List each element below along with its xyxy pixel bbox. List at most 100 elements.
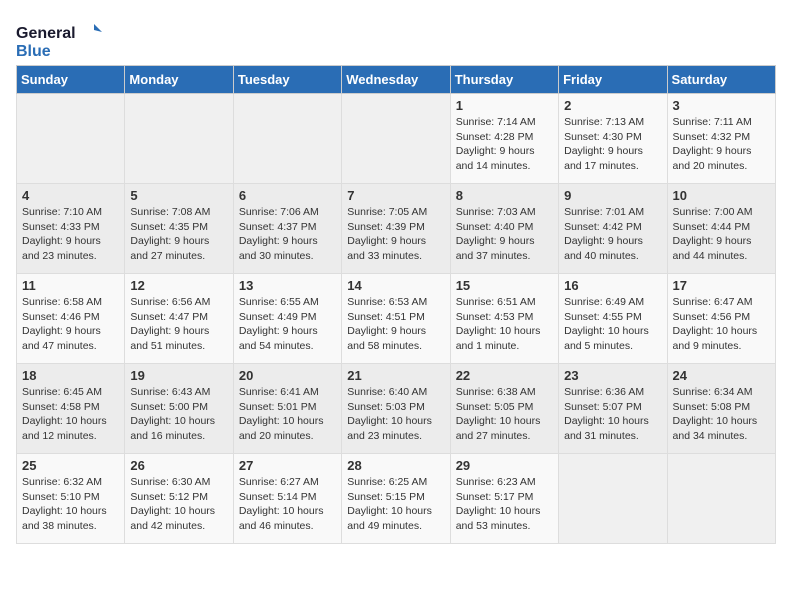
day-number: 6 xyxy=(239,188,336,203)
day-info: Sunrise: 7:10 AM Sunset: 4:33 PM Dayligh… xyxy=(22,205,119,264)
calendar-cell: 17Sunrise: 6:47 AM Sunset: 4:56 PM Dayli… xyxy=(667,274,775,364)
svg-text:Blue: Blue xyxy=(16,43,51,60)
day-info: Sunrise: 6:49 AM Sunset: 4:55 PM Dayligh… xyxy=(564,295,661,354)
day-number: 20 xyxy=(239,368,336,383)
day-info: Sunrise: 6:38 AM Sunset: 5:05 PM Dayligh… xyxy=(456,385,553,444)
calendar-cell: 21Sunrise: 6:40 AM Sunset: 5:03 PM Dayli… xyxy=(342,364,450,454)
day-info: Sunrise: 6:43 AM Sunset: 5:00 PM Dayligh… xyxy=(130,385,227,444)
calendar-cell: 25 Sunrise: 6:32 AM Sunset: 5:10 PM Dayli… xyxy=(17,454,125,544)
day-number: 24 xyxy=(673,368,770,383)
calendar-cell: 9 Sunrise: 7:01 AM Sunset: 4:42 PM Daylig… xyxy=(559,184,667,274)
calendar-cell: 5 Sunrise: 7:08 AM Sunset: 4:35 PM Daylig… xyxy=(125,184,233,274)
weekday-header-sunday: Sunday xyxy=(17,66,125,94)
calendar-cell: 3 Sunrise: 7:11 AM Sunset: 4:32 PM Daylig… xyxy=(667,94,775,184)
weekday-header-monday: Monday xyxy=(125,66,233,94)
day-number: 4 xyxy=(22,188,119,203)
day-info: Sunrise: 7:08 AM Sunset: 4:35 PM Dayligh… xyxy=(130,205,227,264)
day-number: 16 xyxy=(564,278,661,293)
calendar-cell: 6 Sunrise: 7:06 AM Sunset: 4:37 PM Daylig… xyxy=(233,184,341,274)
day-info: Sunrise: 6:41 AM Sunset: 5:01 PM Dayligh… xyxy=(239,385,336,444)
day-number: 3 xyxy=(673,98,770,113)
calendar-cell: 22 Sunrise: 6:38 AM Sunset: 5:05 PM Dayli… xyxy=(450,364,558,454)
day-info: Sunrise: 6:32 AM Sunset: 5:10 PM Dayligh… xyxy=(22,475,119,534)
day-number: 22 xyxy=(456,368,553,383)
calendar-week-row: 18 Sunrise: 6:45 AM Sunset: 4:58 PM Dayli… xyxy=(17,364,776,454)
day-info: Sunrise: 7:11 AM Sunset: 4:32 PM Dayligh… xyxy=(673,115,770,174)
calendar-cell: 7 Sunrise: 7:05 AM Sunset: 4:39 PM Daylig… xyxy=(342,184,450,274)
day-number: 7 xyxy=(347,188,444,203)
calendar-cell: 8 Sunrise: 7:03 AM Sunset: 4:40 PM Daylig… xyxy=(450,184,558,274)
day-info: Sunrise: 7:05 AM Sunset: 4:39 PM Dayligh… xyxy=(347,205,444,264)
calendar-table: SundayMondayTuesdayWednesdayThursdayFrid… xyxy=(16,65,776,544)
day-info: Sunrise: 7:00 AM Sunset: 4:44 PM Dayligh… xyxy=(673,205,770,264)
calendar-cell xyxy=(233,94,341,184)
day-info: Sunrise: 6:51 AM Sunset: 4:53 PM Dayligh… xyxy=(456,295,553,354)
calendar-cell xyxy=(125,94,233,184)
day-info: Sunrise: 6:30 AM Sunset: 5:12 PM Dayligh… xyxy=(130,475,227,534)
day-number: 18 xyxy=(22,368,119,383)
calendar-cell: 2Sunrise: 7:13 AM Sunset: 4:30 PM Daylig… xyxy=(559,94,667,184)
day-number: 8 xyxy=(456,188,553,203)
calendar-cell: 19 Sunrise: 6:43 AM Sunset: 5:00 PM Dayli… xyxy=(125,364,233,454)
calendar-cell: 28 Sunrise: 6:25 AM Sunset: 5:15 PM Dayli… xyxy=(342,454,450,544)
calendar-cell: 11 Sunrise: 6:58 AM Sunset: 4:46 PM Dayli… xyxy=(17,274,125,364)
day-number: 21 xyxy=(347,368,444,383)
day-info: Sunrise: 6:56 AM Sunset: 4:47 PM Dayligh… xyxy=(130,295,227,354)
day-number: 9 xyxy=(564,188,661,203)
day-number: 13 xyxy=(239,278,336,293)
day-info: Sunrise: 6:25 AM Sunset: 5:15 PM Dayligh… xyxy=(347,475,444,534)
calendar-week-row: 11 Sunrise: 6:58 AM Sunset: 4:46 PM Dayli… xyxy=(17,274,776,364)
day-info: Sunrise: 6:55 AM Sunset: 4:49 PM Dayligh… xyxy=(239,295,336,354)
day-number: 14 xyxy=(347,278,444,293)
calendar-cell: 18 Sunrise: 6:45 AM Sunset: 4:58 PM Dayli… xyxy=(17,364,125,454)
day-info: Sunrise: 6:36 AM Sunset: 5:07 PM Dayligh… xyxy=(564,385,661,444)
day-info: Sunrise: 6:58 AM Sunset: 4:46 PM Dayligh… xyxy=(22,295,119,354)
calendar-cell: 27Sunrise: 6:27 AM Sunset: 5:14 PM Dayli… xyxy=(233,454,341,544)
day-number: 28 xyxy=(347,458,444,473)
weekday-header-row: SundayMondayTuesdayWednesdayThursdayFrid… xyxy=(17,66,776,94)
day-info: Sunrise: 6:27 AM Sunset: 5:14 PM Dayligh… xyxy=(239,475,336,534)
calendar-week-row: 25 Sunrise: 6:32 AM Sunset: 5:10 PM Dayli… xyxy=(17,454,776,544)
day-info: Sunrise: 6:23 AM Sunset: 5:17 PM Dayligh… xyxy=(456,475,553,534)
weekday-header-tuesday: Tuesday xyxy=(233,66,341,94)
day-info: Sunrise: 6:45 AM Sunset: 4:58 PM Dayligh… xyxy=(22,385,119,444)
day-number: 26 xyxy=(130,458,227,473)
day-number: 25 xyxy=(22,458,119,473)
calendar-cell xyxy=(667,454,775,544)
day-info: Sunrise: 7:03 AM Sunset: 4:40 PM Dayligh… xyxy=(456,205,553,264)
day-info: Sunrise: 7:13 AM Sunset: 4:30 PM Dayligh… xyxy=(564,115,661,174)
svg-text:General: General xyxy=(16,25,76,42)
weekday-header-thursday: Thursday xyxy=(450,66,558,94)
calendar-cell: 13 Sunrise: 6:55 AM Sunset: 4:49 PM Dayli… xyxy=(233,274,341,364)
calendar-cell xyxy=(559,454,667,544)
calendar-week-row: 1 Sunrise: 7:14 AM Sunset: 4:28 PM Daylig… xyxy=(17,94,776,184)
day-number: 17 xyxy=(673,278,770,293)
calendar-cell xyxy=(342,94,450,184)
day-info: Sunrise: 7:06 AM Sunset: 4:37 PM Dayligh… xyxy=(239,205,336,264)
calendar-cell: 14 Sunrise: 6:53 AM Sunset: 4:51 PM Dayli… xyxy=(342,274,450,364)
logo-svg: General Blue xyxy=(16,20,106,65)
calendar-cell: 20 Sunrise: 6:41 AM Sunset: 5:01 PM Dayli… xyxy=(233,364,341,454)
day-number: 5 xyxy=(130,188,227,203)
calendar-cell: 24 Sunrise: 6:34 AM Sunset: 5:08 PM Dayli… xyxy=(667,364,775,454)
day-info: Sunrise: 6:34 AM Sunset: 5:08 PM Dayligh… xyxy=(673,385,770,444)
weekday-header-wednesday: Wednesday xyxy=(342,66,450,94)
calendar-cell: 1 Sunrise: 7:14 AM Sunset: 4:28 PM Daylig… xyxy=(450,94,558,184)
calendar-cell: 16 Sunrise: 6:49 AM Sunset: 4:55 PM Dayli… xyxy=(559,274,667,364)
day-number: 11 xyxy=(22,278,119,293)
calendar-cell xyxy=(17,94,125,184)
day-info: Sunrise: 6:53 AM Sunset: 4:51 PM Dayligh… xyxy=(347,295,444,354)
calendar-cell: 26 Sunrise: 6:30 AM Sunset: 5:12 PM Dayli… xyxy=(125,454,233,544)
calendar-cell: 12Sunrise: 6:56 AM Sunset: 4:47 PM Dayli… xyxy=(125,274,233,364)
calendar-cell: 23 Sunrise: 6:36 AM Sunset: 5:07 PM Dayli… xyxy=(559,364,667,454)
day-number: 23 xyxy=(564,368,661,383)
day-info: Sunrise: 7:14 AM Sunset: 4:28 PM Dayligh… xyxy=(456,115,553,174)
day-number: 19 xyxy=(130,368,227,383)
day-number: 15 xyxy=(456,278,553,293)
calendar-cell: 4 Sunrise: 7:10 AM Sunset: 4:33 PM Daylig… xyxy=(17,184,125,274)
day-number: 10 xyxy=(673,188,770,203)
day-number: 1 xyxy=(456,98,553,113)
day-info: Sunrise: 7:01 AM Sunset: 4:42 PM Dayligh… xyxy=(564,205,661,264)
calendar-week-row: 4 Sunrise: 7:10 AM Sunset: 4:33 PM Daylig… xyxy=(17,184,776,274)
calendar-cell: 29Sunrise: 6:23 AM Sunset: 5:17 PM Dayli… xyxy=(450,454,558,544)
